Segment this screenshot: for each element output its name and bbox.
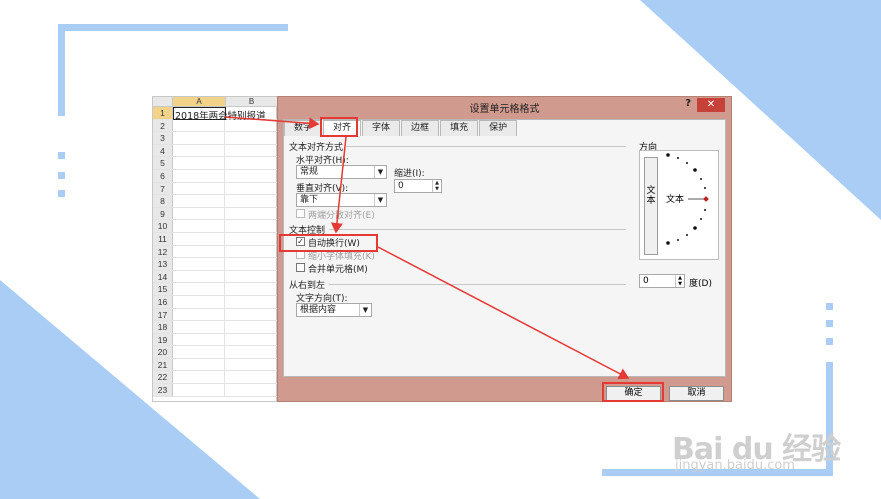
watermark-url: jingyan.baidu.com (675, 458, 795, 473)
